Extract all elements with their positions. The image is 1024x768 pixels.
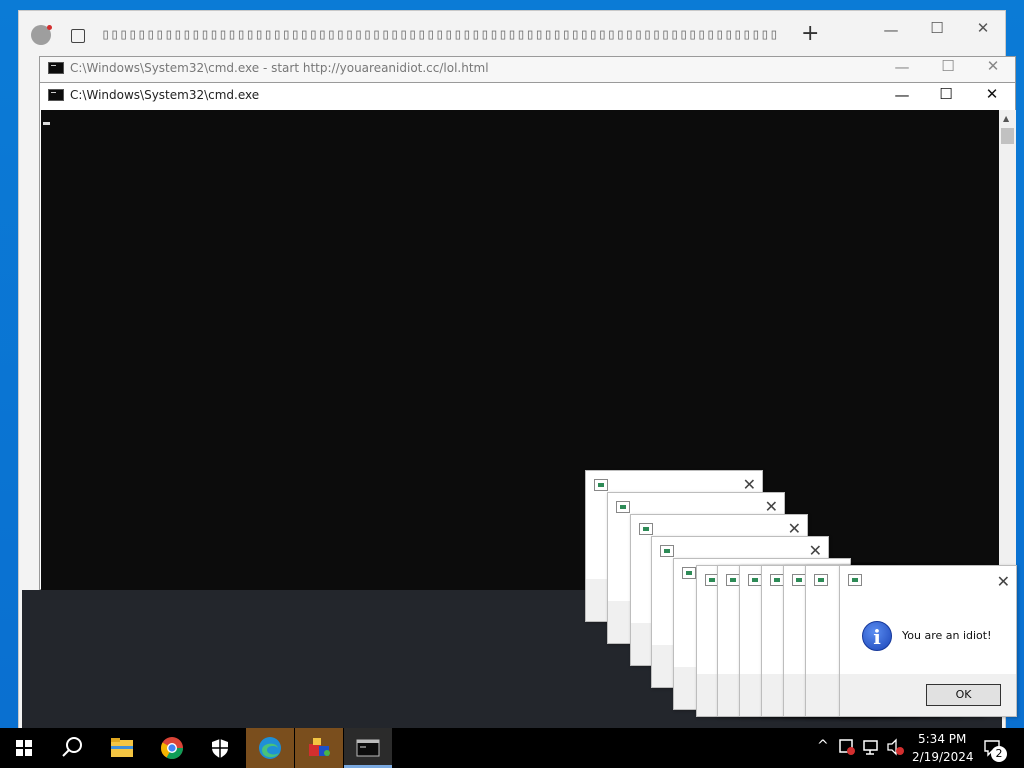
browser-tabs[interactable]: ▯▯▯▯▯▯▯▯▯▯▯▯▯▯▯▯▯▯▯▯▯▯▯▯▯▯▯▯▯▯▯▯▯▯▯▯▯▯▯▯… — [101, 25, 779, 47]
scroll-up-arrow[interactable]: ▲ — [1003, 114, 1009, 123]
cmd-close-button[interactable]: ✕ — [980, 85, 1004, 103]
browser-minimize-button[interactable]: — — [879, 21, 903, 39]
popup-app-icon — [726, 574, 740, 586]
cmd-back-close-button[interactable]: ✕ — [981, 57, 1005, 75]
cmd-back-maximize-button[interactable]: ☐ — [936, 57, 960, 75]
cmd-window-title: C:\Windows\System32\cmd.exe - start http… — [70, 61, 489, 75]
popup-app-icon — [814, 574, 828, 586]
popup-app-icon — [748, 574, 762, 586]
popup-app-icon — [770, 574, 784, 586]
profile-badge-icon — [47, 25, 52, 30]
notification-count-badge: 2 — [991, 746, 1007, 762]
tray-overflow-icon[interactable]: ^ — [817, 738, 829, 754]
network-icon[interactable] — [862, 738, 880, 759]
popup-app-icon — [682, 567, 696, 579]
windows-security-icon[interactable] — [196, 728, 244, 768]
popup-app-icon — [848, 574, 862, 586]
scroll-thumb[interactable] — [1001, 128, 1014, 144]
browser-close-button[interactable]: ✕ — [971, 19, 995, 37]
info-icon: i — [862, 621, 892, 651]
dialog-close-button[interactable]: ✕ — [997, 572, 1010, 591]
cmd-icon[interactable] — [344, 728, 392, 768]
console-cursor — [43, 122, 50, 125]
cmd-minimize-button[interactable]: — — [890, 86, 914, 104]
cmd-maximize-button[interactable]: ☐ — [934, 85, 958, 103]
popup-app-icon — [594, 479, 608, 491]
browser-maximize-button[interactable]: ☐ — [925, 19, 949, 37]
clock-time[interactable]: 5:34 PM — [918, 732, 966, 746]
volume-muted-icon[interactable] — [886, 738, 906, 759]
cmd-window[interactable]: C:\Windows\System32\cmd.exe — ☐ ✕ ▲ — [39, 82, 1016, 590]
browser-tab-strip: ▯▯▯▯▯▯▯▯▯▯▯▯▯▯▯▯▯▯▯▯▯▯▯▯▯▯▯▯▯▯▯▯▯▯▯▯▯▯▯▯… — [19, 11, 1005, 55]
app-cube-icon[interactable] — [295, 728, 343, 768]
popup-app-icon — [639, 523, 653, 535]
console-scrollbar[interactable]: ▲ — [999, 110, 1016, 590]
new-tab-button[interactable]: + — [801, 21, 819, 46]
popup-app-icon — [792, 574, 806, 586]
console-output[interactable] — [41, 110, 999, 590]
cmd-window-icon — [48, 62, 64, 74]
clock-date[interactable]: 2/19/2024 — [912, 750, 974, 764]
popup-app-icon — [660, 545, 674, 557]
ok-button[interactable]: OK — [926, 684, 1001, 706]
dialog-message: You are an idiot! — [902, 629, 992, 642]
popup-app-icon — [616, 501, 630, 513]
file-explorer-icon[interactable] — [98, 728, 146, 768]
security-warning-icon[interactable] — [838, 738, 856, 759]
cmd-back-minimize-button[interactable]: — — [890, 58, 914, 76]
cmd-window-title: C:\Windows\System32\cmd.exe — [70, 88, 260, 102]
idiot-dialog[interactable]: ✕ i You are an idiot! OK — [839, 565, 1017, 717]
cmd-window-icon — [48, 89, 64, 101]
edge-icon[interactable] — [246, 728, 294, 768]
search-icon[interactable] — [48, 728, 96, 768]
chrome-icon[interactable] — [148, 728, 196, 768]
windows-start-icon[interactable] — [0, 728, 48, 768]
tab-actions-icon[interactable] — [71, 29, 85, 43]
taskbar: ^ 5:34 PM 2/19/2024 2 — [0, 728, 1024, 768]
